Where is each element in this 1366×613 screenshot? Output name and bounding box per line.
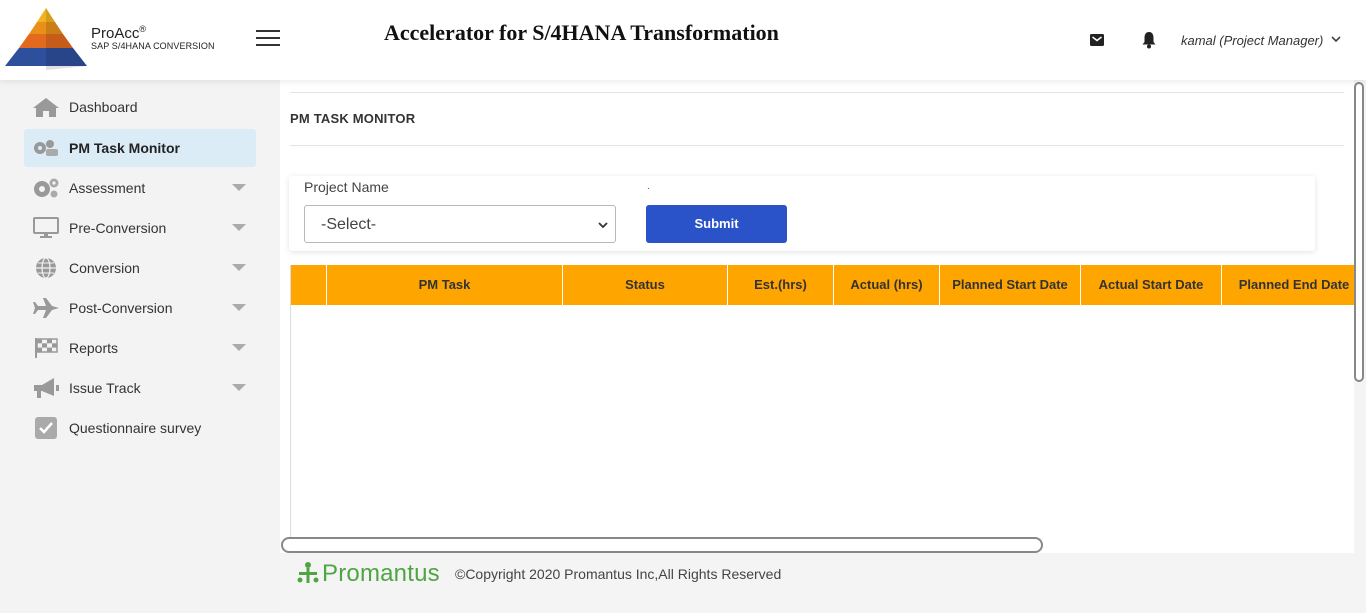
sidebar-item-questionnaire-survey[interactable]: Questionnaire survey (24, 409, 256, 447)
project-select-value: -Select- (321, 216, 377, 233)
column-header-planned-end-date[interactable]: Planned End Date (1222, 265, 1354, 305)
caret-down-icon (232, 224, 246, 231)
task-table: PM Task Status Est.(hrs) Actual (hrs) Pl… (290, 265, 1354, 553)
sidebar-item-label: Post-Conversion (69, 300, 173, 316)
main-content: PM TASK MONITOR Project Name . -Select- … (280, 80, 1354, 553)
flag-icon (35, 338, 58, 358)
sidebar-item-conversion[interactable]: Conversion (24, 249, 256, 287)
megaphone-icon (34, 378, 59, 398)
sidebar-item-reports[interactable]: Reports (24, 329, 256, 367)
horizontal-scrollbar[interactable] (281, 537, 1043, 553)
gears-icon (34, 178, 59, 198)
mail-icon[interactable] (1089, 32, 1105, 48)
footer: Promantus ©Copyright 2020 Promantus Inc,… (280, 553, 1366, 613)
user-menu-label[interactable]: kamal (Project Manager) (1181, 33, 1323, 48)
sidebar-item-issue-track[interactable]: Issue Track (24, 369, 256, 407)
top-header: ProAcc® SAP S/4HANA CONVERSION Accelerat… (0, 0, 1366, 80)
menu-icon[interactable] (256, 30, 280, 48)
bell-icon[interactable] (1141, 31, 1157, 49)
caret-down-icon (232, 184, 246, 191)
chevron-down-icon (598, 222, 608, 229)
caret-down-icon (232, 264, 246, 271)
copyright-text: ©Copyright 2020 Promantus Inc,All Rights… (455, 566, 782, 582)
globe-icon (36, 257, 56, 279)
sidebar-item-label: Conversion (69, 260, 140, 276)
sidebar-item-post-conversion[interactable]: Post-Conversion (24, 289, 256, 327)
sidebar-item-label: Questionnaire survey (69, 420, 202, 436)
plane-icon (33, 298, 59, 318)
filter-card: Project Name . -Select- Submit (289, 176, 1315, 251)
task-monitor-icon (34, 140, 58, 156)
sidebar-item-label: PM Task Monitor (69, 140, 180, 156)
column-header-actual-hrs[interactable]: Actual (hrs) (834, 265, 940, 305)
caret-down-icon (232, 304, 246, 311)
footer-logo-text[interactable]: Promantus (322, 560, 440, 588)
sidebar-item-assessment[interactable]: Assessment (24, 169, 256, 207)
sidebar-item-dashboard[interactable]: Dashboard (24, 88, 256, 126)
table-header-row: PM Task Status Est.(hrs) Actual (hrs) Pl… (291, 265, 1354, 305)
column-header-actual-start-date[interactable]: Actual Start Date (1081, 265, 1222, 305)
checkbox-icon (35, 417, 57, 439)
column-header-pm-task[interactable]: PM Task (327, 265, 563, 305)
sidebar-item-pm-task-monitor[interactable]: PM Task Monitor (24, 129, 256, 167)
promantus-logo-icon (297, 562, 319, 583)
column-header-select[interactable] (291, 265, 327, 305)
vertical-scrollbar[interactable] (1354, 82, 1364, 382)
sidebar-item-label: Pre-Conversion (69, 220, 167, 236)
submit-spacer-label: . (647, 181, 650, 192)
divider (290, 92, 1344, 93)
page-title: PM TASK MONITOR (290, 111, 416, 126)
home-icon (33, 98, 59, 117)
sidebar-item-label: Dashboard (69, 99, 138, 115)
project-name-select[interactable]: -Select- (304, 205, 616, 243)
monitor-icon (33, 217, 59, 238)
column-header-planned-start-date[interactable]: Planned Start Date (940, 265, 1081, 305)
logo-pyramid-icon[interactable] (3, 6, 89, 70)
sidebar: Dashboard PM Task Monitor Assessment Pre… (0, 80, 280, 613)
submit-button[interactable]: Submit (646, 205, 787, 243)
app-title: Accelerator for S/4HANA Transformation (384, 20, 779, 45)
brand-subtitle: SAP S/4HANA CONVERSION (91, 41, 215, 51)
caret-down-icon (232, 344, 246, 351)
sidebar-item-pre-conversion[interactable]: Pre-Conversion (24, 209, 256, 247)
caret-down-icon (232, 384, 246, 391)
sidebar-item-label: Assessment (69, 180, 146, 196)
column-header-est-hrs[interactable]: Est.(hrs) (728, 265, 834, 305)
sidebar-item-label: Issue Track (69, 380, 141, 396)
column-header-status[interactable]: Status (563, 265, 728, 305)
brand-name: ProAcc® (91, 24, 146, 42)
project-name-label: Project Name (304, 179, 389, 195)
divider (290, 145, 1344, 146)
chevron-down-icon[interactable] (1330, 33, 1342, 45)
sidebar-item-label: Reports (69, 340, 119, 356)
